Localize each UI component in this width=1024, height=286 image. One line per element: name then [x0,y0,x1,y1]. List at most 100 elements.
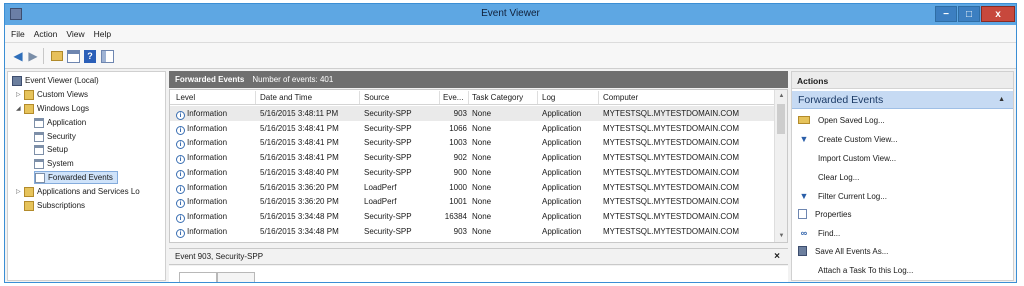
event-detail-title: Event 903, Security-SPP [175,252,264,261]
tab-details[interactable] [217,272,255,282]
tree-item-label: Custom Views [37,90,88,99]
action-find[interactable]: ∞ Find... [798,227,840,239]
level-text: Information [187,226,228,236]
cell-source: Security-SPP [364,138,412,148]
forward-arrow-icon[interactable]: ▶ [26,49,40,63]
scroll-up-icon[interactable]: ▲ [775,90,787,102]
action-filter-current-log[interactable]: ▼ Filter Current Log... [798,190,887,202]
collapse-caret-icon[interactable]: ▲ [998,96,1005,103]
cell-computer: MYTESTSQL.MYTESTDOMAIN.COM [603,182,740,192]
column-header-source[interactable]: Source [364,93,389,102]
actions-section-forwarded-events[interactable]: Forwarded Events ▲ [792,91,1013,109]
menu-action[interactable]: Action [34,29,58,39]
table-row[interactable]: i Information 5/16/2015 3:34:48 PM Security… [170,224,775,239]
log-icon [34,131,44,142]
detail-close-icon[interactable]: × [774,251,780,262]
action-label: Find... [818,228,841,238]
column-header-event-id[interactable]: Eve... [443,93,463,102]
folder-icon [24,186,34,197]
action-import-custom-view[interactable]: Import Custom View... [798,152,896,164]
tree-item-subscriptions[interactable]: Subscriptions [24,199,85,212]
cell-log: Application [542,167,582,177]
maximize-button[interactable]: □ [958,6,980,22]
vertical-scrollbar[interactable]: ▲ ▼ [774,90,787,242]
menu-view[interactable]: View [66,29,84,39]
scroll-down-icon[interactable]: ▼ [775,230,787,242]
log-icon [34,117,44,128]
cell-level: i Information [176,227,227,238]
column-header-log[interactable]: Log [542,93,555,102]
up-folder-icon[interactable] [50,49,64,63]
blank-icon [798,265,810,275]
cell-event-id: 1000 [449,182,467,192]
column-header-level[interactable]: Level [176,93,195,102]
table-row[interactable]: i Information 5/16/2015 3:48:41 PM Security… [170,135,775,150]
cell-event-id: 16384 [444,211,467,221]
expand-arrow-icon[interactable]: ▷ [16,188,24,195]
expand-arrow-icon[interactable]: ▷ [16,91,24,98]
tree-item-forwarded-events[interactable]: Forwarded Events [34,171,118,184]
information-icon: i [176,213,185,223]
title-bar: Event Viewer − □ x [5,4,1016,25]
column-header-computer[interactable]: Computer [603,93,638,102]
table-row[interactable]: i Information 5/16/2015 3:36:20 PM LoadPerf… [170,180,775,195]
menu-help[interactable]: Help [94,29,111,39]
column-header-task-category[interactable]: Task Category [472,93,523,102]
action-properties[interactable]: Properties [798,208,851,220]
properties-icon[interactable] [66,49,80,63]
table-row[interactable]: i Information 5/16/2015 3:48:41 PM Security… [170,121,775,136]
log-icon [35,172,45,183]
table-row[interactable]: i Information 5/16/2015 3:48:41 PM Security… [170,150,775,165]
tree-item-applications-services[interactable]: ▷ Applications and Services Lo [16,185,140,198]
tree-item-windows-logs[interactable]: ◢ Windows Logs [16,102,89,115]
help-icon[interactable]: ? [83,49,97,63]
collapse-arrow-icon[interactable]: ◢ [16,105,24,112]
folder-icon [24,103,34,114]
cell-computer: MYTESTSQL.MYTESTDOMAIN.COM [603,211,740,221]
cell-level: i Information [176,124,227,135]
action-attach-task[interactable]: Attach a Task To this Log... [798,264,913,276]
action-clear-log[interactable]: Clear Log... [798,171,859,183]
tree-item-system[interactable]: System [34,157,74,170]
cell-task-category: None [472,153,492,163]
tree-item-application[interactable]: Application [34,116,86,129]
tab-general[interactable] [179,272,217,282]
cell-computer: MYTESTSQL.MYTESTDOMAIN.COM [603,153,740,163]
cell-event-id: 903 [453,226,467,236]
column-header-date[interactable]: Date and Time [260,93,312,102]
action-label: Open Saved Log... [818,115,885,125]
table-row[interactable]: i Information 5/16/2015 3:48:11 PM Security… [170,106,775,121]
tree-item-setup[interactable]: Setup [34,143,68,156]
tree-item-root[interactable]: Event Viewer (Local) [12,74,99,87]
cell-source: Security-SPP [364,226,412,236]
table-row[interactable]: i Information 5/16/2015 3:48:40 PM Security… [170,165,775,180]
action-save-all-events[interactable]: Save All Events As... [798,245,888,257]
information-icon: i [176,125,185,135]
scroll-thumb[interactable] [777,104,785,134]
cell-source: Security-SPP [364,167,412,177]
tree-item-custom-views[interactable]: ▷ Custom Views [16,88,88,101]
show-hide-pane-icon[interactable] [100,49,114,63]
cell-source: LoadPerf [364,182,397,192]
subscriptions-icon [24,200,34,211]
cell-log: Application [542,182,582,192]
action-create-custom-view[interactable]: ▼ Create Custom View... [798,133,898,145]
action-open-saved-log[interactable]: Open Saved Log... [798,114,885,126]
tree-item-security[interactable]: Security [34,130,76,143]
menu-file[interactable]: File [11,29,25,39]
cell-event-id: 1001 [449,197,467,207]
minimize-button[interactable]: − [935,6,957,22]
tree-item-label: Security [47,132,76,141]
event-viewer-window: Event Viewer − □ x File Action View Help… [4,3,1017,283]
back-arrow-icon[interactable]: ◀ [11,49,25,63]
cell-task-category: None [472,109,492,118]
properties-icon [798,209,807,219]
table-row[interactable]: i Information 5/16/2015 3:36:20 PM LoadPerf… [170,194,775,209]
tree-item-label: Windows Logs [37,104,90,113]
tree-item-label: Event Viewer (Local) [25,76,99,85]
table-row[interactable]: i Information 5/16/2015 3:34:48 PM Security… [170,209,775,224]
log-icon [34,158,44,169]
event-count: Number of events: 401 [252,75,334,84]
close-button[interactable]: x [981,6,1015,22]
cell-date-time: 5/16/2015 3:48:41 PM [260,153,339,163]
